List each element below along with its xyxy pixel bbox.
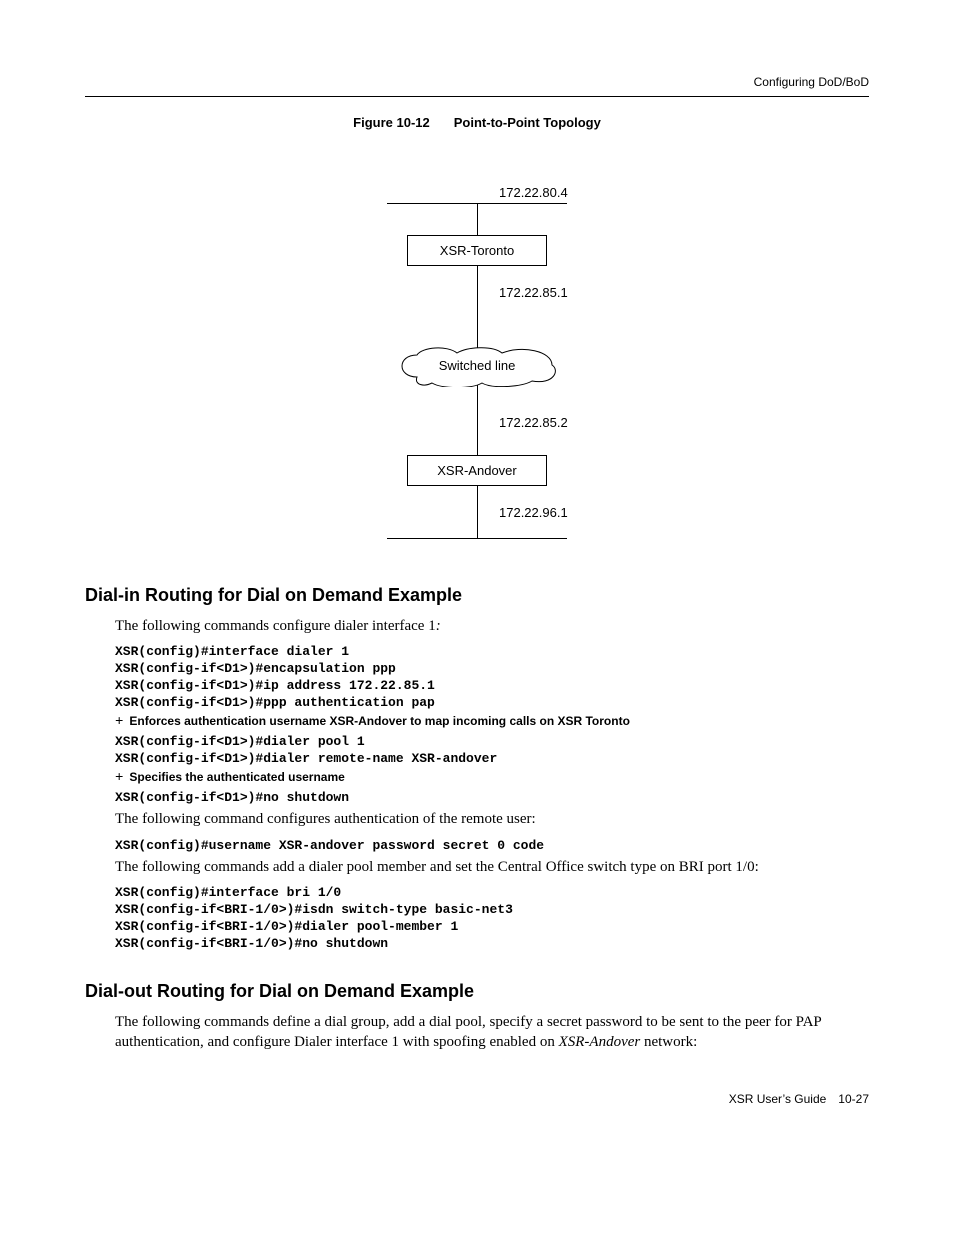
figure-caption: Figure 10-12 Point-to-Point Topology (85, 115, 869, 130)
header-rule (85, 96, 869, 97)
code-line: XSR(config)#interface bri 1/0 (115, 885, 869, 900)
code-line: XSR(config-if<D1>)#no shutdown (115, 790, 869, 805)
code-line: XSR(config-if<D1>)#encapsulation ppp (115, 661, 869, 676)
code-line: XSR(config-if<BRI-1/0>)#no shutdown (115, 936, 869, 951)
dialin-intro: The following commands configure dialer … (115, 616, 869, 636)
figure-title: Point-to-Point Topology (454, 115, 601, 130)
code-line: XSR(config-if<BRI-1/0>)#isdn switch-type… (115, 902, 869, 917)
diagram-node-toronto: XSR-Toronto (407, 235, 547, 266)
code-line: XSR(config)#interface dialer 1 (115, 644, 869, 659)
footer-page-number: 10-27 (838, 1092, 869, 1106)
footer-guide: XSR User’s Guide (729, 1092, 827, 1106)
code-line: XSR(config)#username XSR-andover passwor… (115, 838, 869, 853)
topology-diagram: 172.22.80.4 XSR-Toronto 172.22.85.1 Swit… (297, 155, 657, 555)
code-line: XSR(config-if<D1>)#dialer pool 1 (115, 734, 869, 749)
diagram-node-andover: XSR-Andover (407, 455, 547, 486)
figure-number: Figure 10-12 (353, 115, 430, 130)
code-line: XSR(config-if<D1>)#ppp authentication pa… (115, 695, 869, 710)
heading-dialout: Dial-out Routing for Dial on Demand Exam… (85, 981, 869, 1002)
note-line: +Specifies the authenticated username (115, 770, 869, 786)
diagram-ip-top: 172.22.80.4 (497, 185, 570, 200)
dialin-para3: The following commands add a dialer pool… (115, 857, 869, 877)
diagram-ip-mid-top: 172.22.85.1 (497, 285, 570, 300)
page-footer: XSR User’s Guide 10-27 (85, 1092, 869, 1106)
diagram-cloud-label: Switched line (439, 358, 516, 373)
diagram-node-andover-label: XSR-Andover (437, 463, 516, 478)
dialout-para: The following commands define a dial gro… (115, 1012, 869, 1053)
code-line: XSR(config-if<BRI-1/0>)#dialer pool-memb… (115, 919, 869, 934)
code-line: XSR(config-if<D1>)#dialer remote-name XS… (115, 751, 869, 766)
heading-dialin: Dial-in Routing for Dial on Demand Examp… (85, 585, 869, 606)
diagram-ip-mid-bottom: 172.22.85.2 (497, 415, 570, 430)
diagram-node-toronto-label: XSR-Toronto (440, 243, 514, 258)
dialin-para2: The following command configures authent… (115, 809, 869, 829)
diagram-ip-bottom: 172.22.96.1 (497, 505, 570, 520)
diagram-bottom-hline (387, 538, 567, 539)
note-line: +Enforces authentication username XSR-An… (115, 714, 869, 730)
diagram-top-hline (387, 203, 567, 204)
code-line: XSR(config-if<D1>)#ip address 172.22.85.… (115, 678, 869, 693)
diagram-cloud: Switched line (392, 345, 562, 387)
header-section-label: Configuring DoD/BoD (85, 75, 869, 94)
